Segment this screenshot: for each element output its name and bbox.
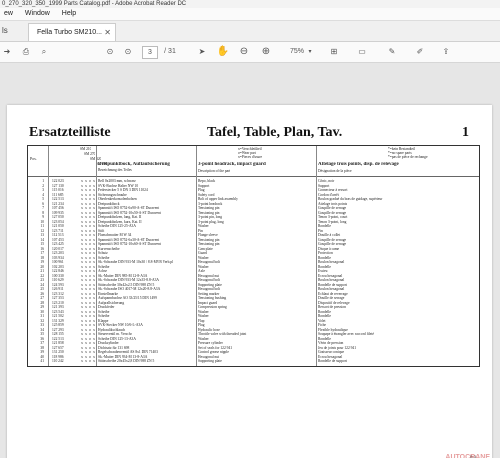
fit-page-icon[interactable]: ⊞ [328,45,340,59]
share-icon[interactable]: ⇪ [440,45,452,59]
row-desc-de: Stützscheibe 20x45x2,8 DIN 988 ZN 5 [98,359,155,363]
row-pos: 41 [40,359,44,363]
tab-bar: ls Fella Turbo SM210... ✕ [0,21,500,42]
tab-document[interactable]: Fella Turbo SM210... ✕ [28,23,116,41]
column-title-de: Dreipunktbock, Auflaufsicherung [98,162,170,167]
highlight-icon[interactable]: ✎ [386,45,398,59]
row-desc-fr: Rondelle de support [318,359,347,363]
hand-tool-icon[interactable]: ✋ [216,45,230,59]
toolbar: ➜ ⎙ ⌕ ⊙ ⊙ 3 / 31 ➤ ✋ ⊖ ⊕ 75% ▾ ⊞ ▭ ✎ ✐ ⇪ [0,42,500,63]
tab-tools[interactable]: ls [2,26,8,35]
pdf-page: Ersatzteilliste Tafel, Table, Plan, Tav.… [7,105,492,458]
doc-title: Ersatzteilliste [29,125,111,140]
doc-table-title: Tafel, Table, Plan, Tav. [207,125,343,140]
page-up-icon[interactable]: ⊙ [104,45,116,59]
window-title: 0_270_320_350_1999 Parts Catalog.pdf - A… [2,1,187,7]
page-down-icon[interactable]: ⊙ [122,45,134,59]
column-title-en: 3-point headrack, impact guard [198,162,266,167]
parts-table: Pos. SM 210 SM 270 SM 320 SM 350 Bezeich… [27,145,480,367]
row-part-number: 110 242 [52,359,64,363]
menu-item-window[interactable]: Window [21,8,56,20]
arrow-left-icon[interactable]: ➜ [2,45,12,59]
print-icon[interactable]: ⎙ [20,45,32,59]
header-model: SM 270 [84,152,96,156]
comment-icon[interactable]: ▭ [356,45,368,59]
menu-item-help[interactable]: Help [58,8,82,20]
tab-document-label: Fella Turbo SM210... [37,29,102,36]
header-part: Bezeichnung des Teiles [98,168,132,172]
zoom-out-icon[interactable]: ⊖ [238,45,250,59]
legend-line: *=pas de pièce de rechange [388,155,428,159]
row-desc-en: Supporting plate [198,359,222,363]
doc-page-number: 1 [462,125,469,140]
header-desc-en: Description of the part [198,169,231,173]
zoom-level[interactable]: 75% [286,45,308,59]
header-pos: Pos. [30,156,37,161]
column-title-fr: Attelage trois points, disp. de relevage [318,162,399,167]
watermark-logo: AUTOCRANE [445,454,490,458]
zoom-in-icon[interactable]: ⊕ [260,45,272,59]
header-desc-fr: Désignation de la pièce [318,169,352,173]
sign-icon[interactable]: ✐ [414,45,426,59]
header-model: SM 210 [80,147,92,151]
legend-line: x=Pieces d'usure [238,155,263,159]
page-number-input[interactable]: 3 [142,46,158,59]
page-total: / 31 [164,48,176,55]
menu-bar: ew Window Help [0,8,500,21]
menu-item-view[interactable]: ew [0,8,19,20]
chevron-down-icon[interactable]: ▾ [306,45,314,59]
select-cursor-icon[interactable]: ➤ [196,45,208,59]
document-viewer[interactable]: Ersatzteilliste Tafel, Table, Plan, Tav.… [0,63,500,458]
window-title-bar: 0_270_320_350_1999 Parts Catalog.pdf - A… [0,0,500,8]
search-icon[interactable]: ⌕ [38,45,50,59]
close-icon[interactable]: ✕ [104,24,111,42]
